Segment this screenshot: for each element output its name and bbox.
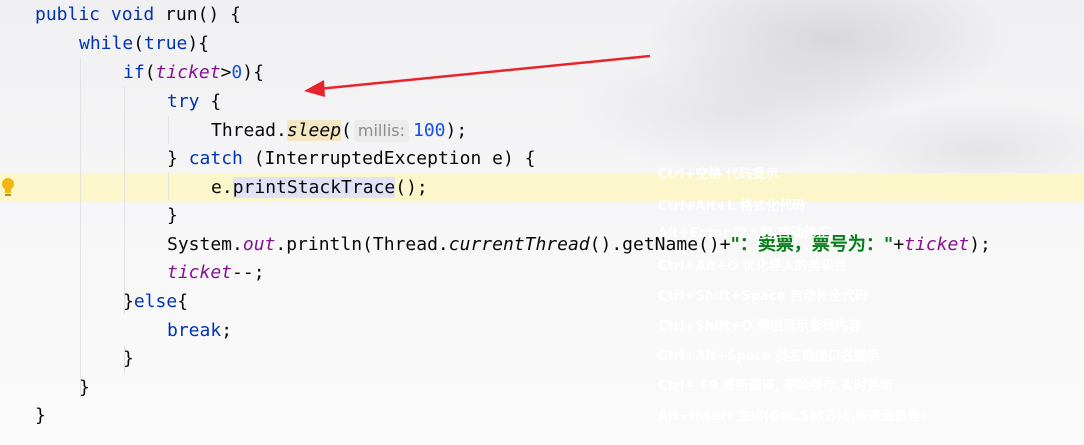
arrow-head-icon bbox=[304, 80, 325, 97]
arrow-shaft bbox=[317, 54, 651, 91]
red-arrow-annotation bbox=[304, 54, 651, 97]
